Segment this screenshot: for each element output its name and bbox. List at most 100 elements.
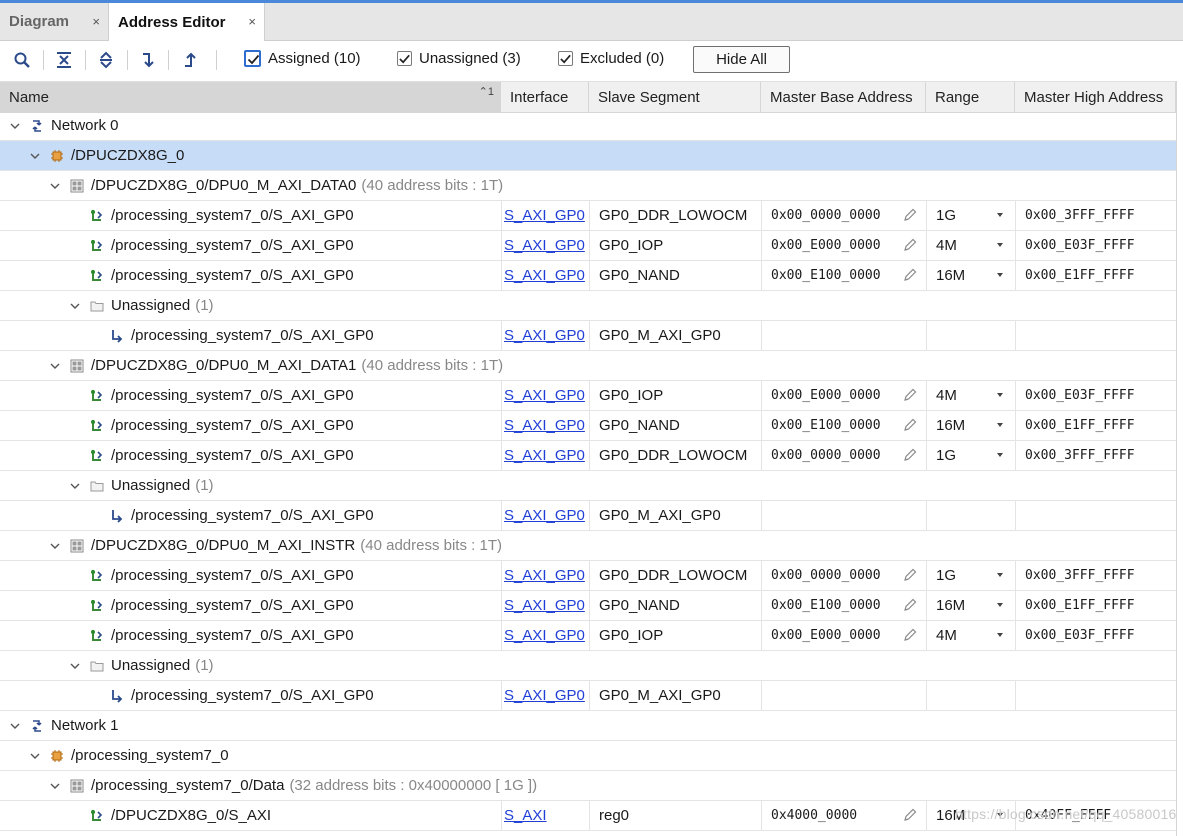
- pencil-icon[interactable]: [902, 207, 918, 227]
- tab-address-editor-close-icon[interactable]: ×: [248, 14, 256, 29]
- range-select[interactable]: 4M: [926, 621, 1015, 650]
- tab-diagram-close-icon[interactable]: ×: [92, 14, 100, 29]
- range-select[interactable]: 4M: [926, 231, 1015, 260]
- pencil-icon[interactable]: [902, 627, 918, 647]
- interface-link[interactable]: S_AXI_GP0: [501, 561, 589, 590]
- chevron-down-icon[interactable]: [997, 453, 1003, 457]
- range-select[interactable]: 16M: [926, 411, 1015, 440]
- master-base-address-cell[interactable]: 0x00_E000_0000: [761, 381, 926, 410]
- chevron-down-icon[interactable]: [997, 573, 1003, 577]
- chevron-down-icon[interactable]: [68, 299, 82, 313]
- chevron-down-icon[interactable]: [997, 393, 1003, 397]
- chevron-down-icon[interactable]: [997, 603, 1003, 607]
- table-row[interactable]: Unassigned (1): [0, 291, 1176, 321]
- previous-button[interactable]: [178, 49, 202, 71]
- interface-link[interactable]: S_AXI_GP0: [501, 591, 589, 620]
- master-base-address-cell[interactable]: 0x4000_0000: [761, 801, 926, 830]
- interface-link[interactable]: S_AXI_GP0: [501, 231, 589, 260]
- table-row[interactable]: /DPUCZDX8G_0/DPU0_M_AXI_DATA0 (40 address…: [0, 171, 1176, 201]
- master-base-address-cell[interactable]: 0x00_E100_0000: [761, 261, 926, 290]
- interface-link[interactable]: S_AXI_GP0: [501, 411, 589, 440]
- pencil-icon[interactable]: [902, 417, 918, 437]
- interface-link[interactable]: S_AXI_GP0: [501, 501, 589, 530]
- pencil-icon[interactable]: [902, 447, 918, 467]
- chevron-down-icon[interactable]: [28, 149, 42, 163]
- chevron-down-icon[interactable]: [997, 273, 1003, 277]
- chevron-down-icon[interactable]: [68, 479, 82, 493]
- table-row[interactable]: /processing_system7_0/S_AXI_GP0 S_AXI_GP0…: [0, 261, 1176, 291]
- master-base-address-cell[interactable]: 0x00_0000_0000: [761, 201, 926, 230]
- column-header-slave-segment[interactable]: Slave Segment: [589, 82, 761, 112]
- assigned-checkbox[interactable]: Assigned (10): [244, 50, 361, 67]
- pencil-icon[interactable]: [902, 387, 918, 407]
- pencil-icon[interactable]: [902, 807, 918, 827]
- table-row[interactable]: /processing_system7_0/S_AXI_GP0 S_AXI_GP0…: [0, 381, 1176, 411]
- table-row[interactable]: /DPUCZDX8G_0/DPU0_M_AXI_DATA1 (40 address…: [0, 351, 1176, 381]
- chevron-down-icon[interactable]: [8, 119, 22, 133]
- column-header-interface[interactable]: Interface: [501, 82, 589, 112]
- table-row[interactable]: Unassigned (1): [0, 651, 1176, 681]
- table-row[interactable]: /processing_system7_0/S_AXI_GP0 S_AXI_GP0…: [0, 621, 1176, 651]
- table-row[interactable]: /processing_system7_0/S_AXI_GP0 S_AXI_GP0…: [0, 201, 1176, 231]
- range-select[interactable]: 16M: [926, 591, 1015, 620]
- expand-all-button[interactable]: [94, 49, 118, 71]
- next-button[interactable]: [136, 49, 160, 71]
- interface-link[interactable]: S_AXI_GP0: [501, 621, 589, 650]
- master-base-address-cell[interactable]: 0x00_E100_0000: [761, 591, 926, 620]
- pencil-icon[interactable]: [902, 597, 918, 617]
- table-row[interactable]: /processing_system7_0/S_AXI_GP0 S_AXI_GP0…: [0, 501, 1176, 531]
- chevron-down-icon[interactable]: [48, 359, 62, 373]
- table-row[interactable]: /DPUCZDX8G_0: [0, 141, 1176, 171]
- hide-all-button[interactable]: Hide All: [693, 46, 790, 73]
- chevron-down-icon[interactable]: [997, 243, 1003, 247]
- pencil-icon[interactable]: [902, 567, 918, 587]
- table-row[interactable]: /processing_system7_0/S_AXI_GP0 S_AXI_GP0…: [0, 231, 1176, 261]
- table-row[interactable]: Network 0: [0, 111, 1176, 141]
- chevron-down-icon[interactable]: [997, 213, 1003, 217]
- master-base-address-cell[interactable]: 0x00_0000_0000: [761, 441, 926, 470]
- interface-link[interactable]: S_AXI_GP0: [501, 321, 589, 350]
- collapse-all-button[interactable]: [52, 49, 76, 71]
- interface-link[interactable]: S_AXI_GP0: [501, 441, 589, 470]
- chevron-down-icon[interactable]: [68, 659, 82, 673]
- range-select[interactable]: 1G: [926, 201, 1015, 230]
- interface-link[interactable]: S_AXI_GP0: [501, 261, 589, 290]
- table-row[interactable]: /processing_system7_0/S_AXI_GP0 S_AXI_GP0…: [0, 411, 1176, 441]
- chevron-down-icon[interactable]: [997, 423, 1003, 427]
- table-row[interactable]: /processing_system7_0: [0, 741, 1176, 771]
- search-button[interactable]: [10, 49, 34, 71]
- pencil-icon[interactable]: [902, 267, 918, 287]
- master-base-address-cell[interactable]: 0x00_E000_0000: [761, 231, 926, 260]
- table-row[interactable]: /processing_system7_0/S_AXI_GP0 S_AXI_GP0…: [0, 561, 1176, 591]
- chevron-down-icon[interactable]: [8, 719, 22, 733]
- column-header-name[interactable]: Name ⌃1: [0, 82, 501, 112]
- interface-link[interactable]: S_AXI_GP0: [501, 381, 589, 410]
- table-row[interactable]: /processing_system7_0/S_AXI_GP0 S_AXI_GP0…: [0, 681, 1176, 711]
- interface-link[interactable]: S_AXI_GP0: [501, 201, 589, 230]
- master-base-address-cell[interactable]: 0x00_E000_0000: [761, 621, 926, 650]
- excluded-checkbox[interactable]: Excluded (0): [558, 50, 664, 67]
- chevron-down-icon[interactable]: [997, 633, 1003, 637]
- table-row[interactable]: /processing_system7_0/Data (32 address bi…: [0, 771, 1176, 801]
- table-row[interactable]: /processing_system7_0/S_AXI_GP0 S_AXI_GP0…: [0, 591, 1176, 621]
- tab-diagram[interactable]: Diagram ×: [0, 3, 108, 40]
- table-row[interactable]: /processing_system7_0/S_AXI_GP0 S_AXI_GP0…: [0, 321, 1176, 351]
- table-row[interactable]: Network 1: [0, 711, 1176, 741]
- range-select[interactable]: 1G: [926, 561, 1015, 590]
- column-header-master-high-address[interactable]: Master High Address: [1015, 82, 1176, 112]
- chevron-down-icon[interactable]: [48, 539, 62, 553]
- range-select[interactable]: 4M: [926, 381, 1015, 410]
- column-header-range[interactable]: Range: [926, 82, 1015, 112]
- unassigned-checkbox[interactable]: Unassigned (3): [397, 50, 521, 67]
- table-row[interactable]: /processing_system7_0/S_AXI_GP0 S_AXI_GP0…: [0, 441, 1176, 471]
- chevron-down-icon[interactable]: [28, 749, 42, 763]
- range-select[interactable]: 16M: [926, 261, 1015, 290]
- chevron-down-icon[interactable]: [48, 179, 62, 193]
- tab-address-editor[interactable]: Address Editor ×: [108, 3, 265, 41]
- interface-link[interactable]: S_AXI_GP0: [501, 681, 589, 710]
- master-base-address-cell[interactable]: 0x00_E100_0000: [761, 411, 926, 440]
- pencil-icon[interactable]: [902, 237, 918, 257]
- table-row[interactable]: /DPUCZDX8G_0/DPU0_M_AXI_INSTR (40 address…: [0, 531, 1176, 561]
- range-select[interactable]: 1G: [926, 441, 1015, 470]
- chevron-down-icon[interactable]: [48, 779, 62, 793]
